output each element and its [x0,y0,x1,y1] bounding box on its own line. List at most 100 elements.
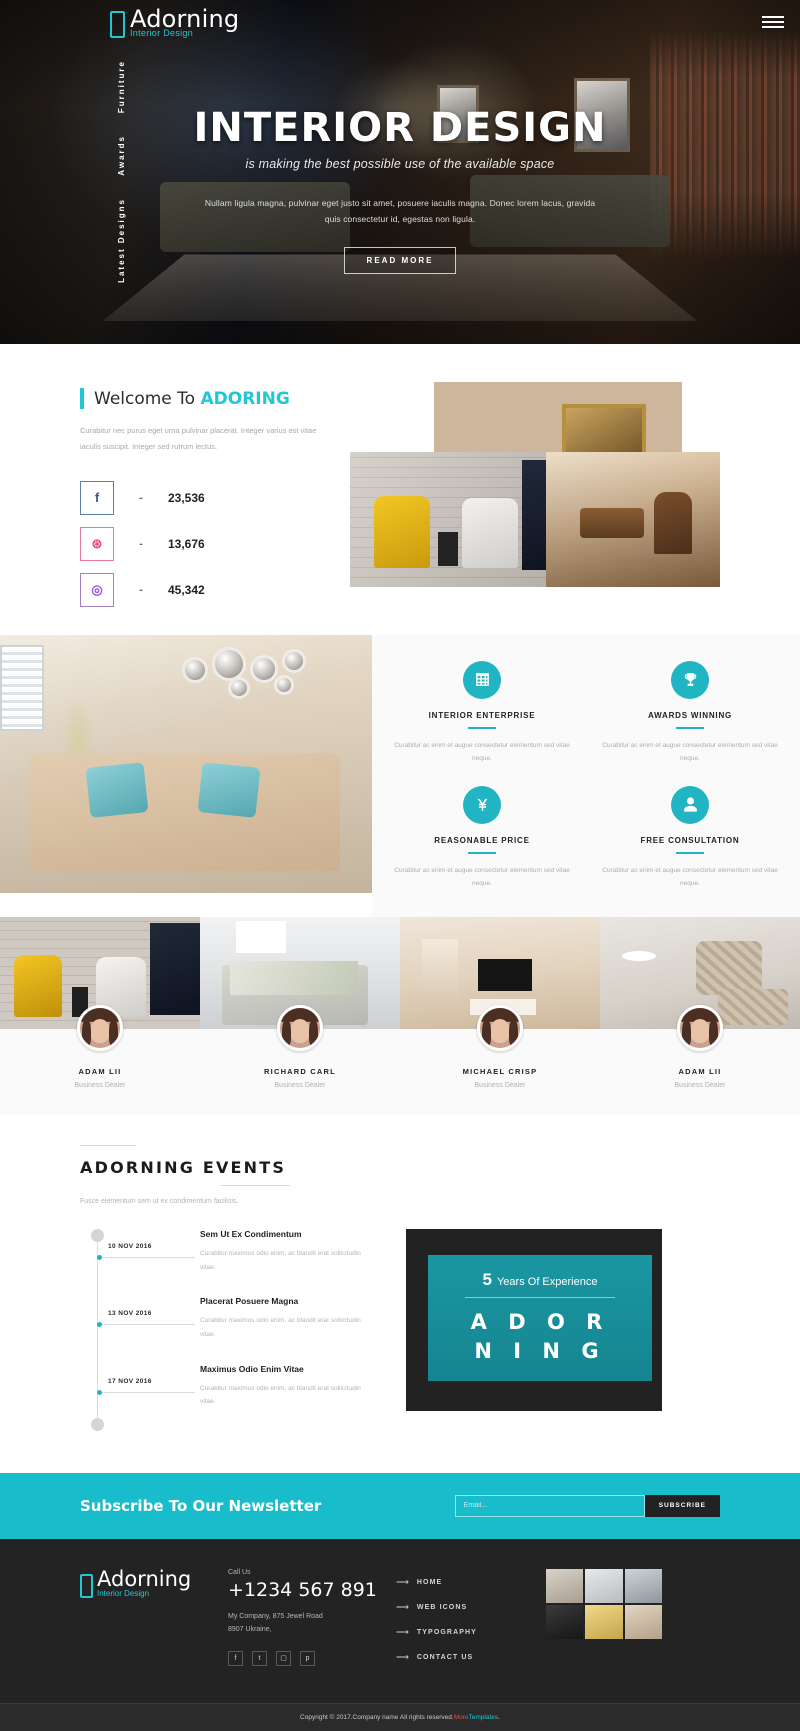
footer-link-label: WEB ICONS [416,1603,468,1611]
event-item-2[interactable]: 13 NOV 2016 Placerat Posuere Magna Curab… [92,1296,380,1341]
avatar-face [290,1019,310,1044]
mirror-decor [250,654,278,683]
avatar-hair-left [482,1020,491,1049]
footer-link-typography[interactable]: ⟶ TYPOGRAPHY [396,1627,546,1638]
footer-gallery-thumb[interactable] [546,1604,584,1639]
gallery-image-antique-table [546,452,720,587]
arrow-right-icon: ⟶ [396,1601,409,1612]
armchair-decor [696,941,762,996]
team-member-4[interactable]: ADAM LII Business Dealer [600,917,800,1089]
counter-facebook[interactable]: f - 23,536 [80,480,350,515]
feature-desc: Curabitur ac enim et augue consectetur e… [394,741,570,763]
footer-phone[interactable]: +1234 567 891 [228,1579,396,1601]
footer-link-label: TYPOGRAPHY [416,1628,477,1636]
hero-topbar: Adorning Interior Design [0,0,800,44]
experience-number: 5 [482,1269,492,1289]
team-member-2[interactable]: RICHARD CARL Business Dealer [200,917,400,1089]
event-item-3[interactable]: 17 NOV 2016 Maximus Odio Enim Vitae Cura… [92,1364,380,1409]
mirror-decor [274,674,294,695]
copyright-link-more[interactable]: More [454,1714,469,1721]
timeline-connector [97,1255,195,1261]
footer-gallery-thumb[interactable] [585,1604,623,1639]
events-title: ADORNING EVENTS [80,1158,287,1178]
cushion-decor [197,761,261,818]
building-grid-icon [463,660,501,699]
newsletter-form: SUBSCRIBE [454,1494,720,1517]
team-member-role: Business Dealer [74,1082,126,1090]
event-desc: Curabitur maximus odio enim, ac blandit … [200,1384,361,1406]
avatar-hair-right [109,1020,118,1049]
experience-divider [465,1296,615,1298]
menu-toggle-icon[interactable] [762,16,784,28]
event-item-1[interactable]: 10 NOV 2016 Sem Ut Ex Condimentum Curabi… [92,1229,380,1274]
facebook-icon[interactable]: f [228,1650,243,1666]
instagram-icon[interactable]: ▢ [276,1650,291,1666]
feature-title: REASONABLE PRICE [434,835,530,845]
footer-social-links: f t ▢ p [228,1650,396,1666]
nav-item-awards[interactable]: Awards [117,135,126,176]
footer-link-home[interactable]: ⟶ HOME [396,1577,546,1588]
avatar-face [490,1019,510,1044]
team-member-3[interactable]: MICHAEL CRISP Business Dealer [400,917,600,1089]
nav-item-furniture[interactable]: Furniture [117,60,126,113]
footer-gallery-thumb[interactable] [624,1568,662,1603]
feature-desc: Curabitur ac enim et augue consectetur e… [602,741,778,763]
cushion-decor [85,761,149,818]
events-timeline: 10 NOV 2016 Sem Ut Ex Condimentum Curabi… [80,1229,380,1431]
ottoman-decor [718,989,788,1026]
avatar-hair-left [282,1020,291,1049]
subscribe-button[interactable]: SUBSCRIBE [644,1494,720,1517]
footer-gallery-thumb[interactable] [546,1568,584,1603]
page-root: Adorning Interior Design Furniture Award… [0,0,800,1731]
footer-gallery-thumb[interactable] [585,1568,623,1603]
nav-item-latest-designs[interactable]: Latest Designs [117,198,126,283]
event-date: 10 NOV 2016 [108,1243,152,1251]
shelf-decor [422,939,458,1004]
avatar-hair-right [509,1020,518,1049]
counter-dribbble[interactable]: ⊛ - 13,676 [80,526,350,561]
footer-address-line1: My Company, 875 Jewel Road [228,1612,323,1620]
read-more-button[interactable]: READ MORE [343,247,457,275]
arrow-right-icon: ⟶ [396,1651,409,1662]
feature-rule [676,851,704,854]
copyright-suffix: . [498,1713,500,1721]
counter-value-dribbble: 13,676 [168,536,205,551]
feature-free-consultation[interactable]: FREE CONSULTATION Curabitur ac enim et a… [586,776,794,901]
event-date: 17 NOV 2016 [108,1377,152,1385]
white-chair-decor [462,498,518,568]
newsletter-title: Subscribe To Our Newsletter [80,1496,322,1515]
newsletter-email-input[interactable] [454,1494,645,1517]
event-desc: Curabitur maximus odio enim, ac blandit … [200,1317,361,1338]
footer-link-web-icons[interactable]: ⟶ WEB ICONS [396,1602,546,1613]
feature-reasonable-price[interactable]: REASONABLE PRICE Curabitur ac enim et au… [378,776,586,901]
twitter-icon[interactable]: t [252,1650,267,1666]
user-icon [671,785,709,824]
pinterest-icon[interactable]: p [300,1650,315,1666]
experience-word-line1: A D O R [470,1309,610,1334]
team-member-role: Business Dealer [674,1082,726,1090]
hamburger-bar [762,26,784,28]
social-counters: f - 23,536 ⊛ - 13,676 ◎ - 45,342 [80,480,350,607]
copyright-link-templates[interactable]: Templates [469,1714,499,1721]
footer-section: Adorning Interior Design Call Us +1234 5… [0,1538,800,1703]
counter-dash: - [139,537,143,550]
avatar-face [690,1019,710,1044]
counter-instagram[interactable]: ◎ - 45,342 [80,572,350,607]
feature-awards-winning[interactable]: AWARDS WINNING Curabitur ac enim et augu… [586,651,794,776]
gallery-image-chairs [350,452,546,587]
footer-gallery-thumb[interactable] [624,1604,662,1639]
footer-logo[interactable]: Adorning Interior Design [80,1568,228,1598]
footer-link-contact-us[interactable]: ⟶ CONTACT US [396,1652,546,1663]
team-member-name: ADAM LII [78,1067,122,1077]
experience-label: Years Of Experience [496,1275,598,1288]
footer-call-us-label: Call Us [228,1568,251,1576]
avatar-hair-left [682,1020,691,1049]
feature-interior-enterprise[interactable]: INTERIOR ENTERPRISE Curabitur ac enim et… [378,651,586,776]
feature-title: FREE CONSULTATION [640,835,740,845]
avatar [477,1005,523,1052]
sofa-decor [30,752,340,871]
facebook-icon: f [80,480,114,515]
site-logo[interactable]: Adorning Interior Design [110,7,239,38]
team-member-1[interactable]: ADAM LII Business Dealer [0,917,200,1089]
features-grid: INTERIOR ENTERPRISE Curabitur ac enim et… [372,634,800,918]
